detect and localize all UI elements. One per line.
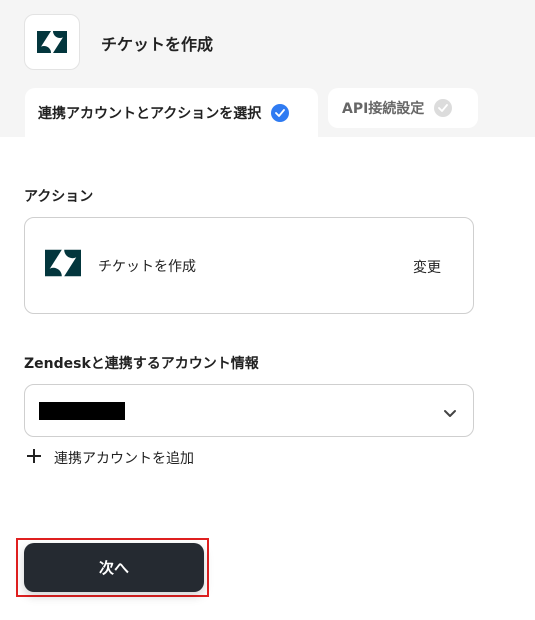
add-account-label: 連携アカウントを追加 <box>54 451 194 467</box>
tab-label: 連携アカウントとアクションを選択 <box>38 105 262 122</box>
tab-label: API接続設定 <box>342 101 425 117</box>
tab-api-settings[interactable]: API接続設定 <box>328 88 478 128</box>
account-select[interactable] <box>24 384 474 437</box>
check-circle-icon <box>271 103 290 122</box>
action-card: チケットを作成 変更 <box>24 217 474 314</box>
zendesk-logo-icon <box>24 14 80 70</box>
tab-select-account-action[interactable]: 連携アカウントとアクションを選択 <box>25 88 318 137</box>
action-section-label: アクション <box>24 189 94 205</box>
action-name: チケットを作成 <box>98 259 196 275</box>
account-section-label: Zendeskと連携するアカウント情報 <box>24 356 259 372</box>
next-button[interactable]: 次へ <box>24 543 204 592</box>
redacted-account-value <box>39 402 125 420</box>
change-action-button[interactable]: 変更 <box>413 257 441 277</box>
add-account-link[interactable]: 連携アカウントを追加 <box>26 448 194 468</box>
zendesk-logo-icon <box>45 249 81 281</box>
page-title: チケットを作成 <box>101 35 214 54</box>
chevron-down-icon <box>443 404 457 423</box>
check-circle-icon <box>434 99 453 117</box>
plus-icon <box>26 448 42 468</box>
